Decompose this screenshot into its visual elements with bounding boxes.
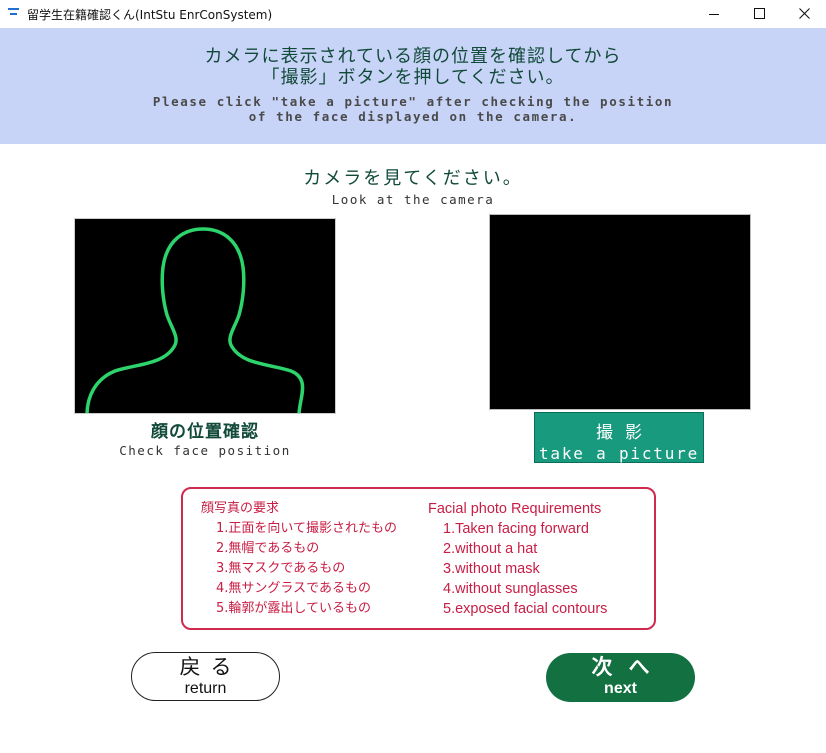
return-label-en: return <box>184 680 227 697</box>
requirement-item-jp: 1.正面を向いて撮影されたもの <box>216 521 398 536</box>
requirements-title-en: Facial photo Requirements <box>428 501 602 517</box>
app-icon <box>7 7 21 19</box>
check-position-label-en: Check face position <box>119 443 291 458</box>
look-at-camera-en: Look at the camera <box>331 192 495 207</box>
instruction-en: Please click "take a picture" after chec… <box>152 94 674 124</box>
requirement-item-jp: 4.無サングラスであるもの <box>216 581 372 596</box>
minimize-button[interactable] <box>690 0 736 28</box>
return-button[interactable]: 戻る return <box>131 652 280 701</box>
next-label-jp: 次へ <box>591 655 666 679</box>
take-picture-label-en: take a picture <box>538 444 700 463</box>
requirement-item-en: 2.without a hat <box>443 541 538 557</box>
requirement-item-en: 3.without mask <box>443 561 540 577</box>
window-titlebar: 留学生在籍確認くん(IntStu EnrConSystem) <box>0 0 826 28</box>
photo-requirements-box: 顔写真の要求 1.正面を向いて撮影されたもの 2.無帽であるもの 3.無マスクで… <box>181 487 656 630</box>
requirement-item-jp: 3.無マスクであるもの <box>216 561 346 576</box>
requirement-item-en: 5.exposed facial contours <box>443 601 608 617</box>
check-position-label-jp: 顔の位置確認 <box>151 422 259 442</box>
requirement-item-jp: 5.輪郭が露出しているもの <box>216 601 372 616</box>
look-at-camera-jp: カメラを見てください。 <box>303 168 523 189</box>
close-icon <box>799 8 810 19</box>
window-title: 留学生在籍確認くん(IntStu EnrConSystem) <box>27 8 273 22</box>
requirement-item-jp: 2.無帽であるもの <box>216 541 320 556</box>
return-label-jp: 戻る <box>179 655 242 679</box>
face-guide-preview <box>74 218 336 414</box>
instruction-jp: カメラに表示されている顔の位置を確認してから 「撮影」ボタンを押してください。 <box>204 46 622 88</box>
take-picture-label-jp: 撮影 <box>596 423 654 443</box>
next-button[interactable]: 次へ next <box>546 653 695 702</box>
requirements-jp: 顔写真の要求 1.正面を向いて撮影されたもの 2.無帽であるもの 3.無マスクで… <box>201 499 397 619</box>
requirement-item-en: 1.Taken facing forward <box>443 521 589 537</box>
camera-feed <box>489 214 751 410</box>
next-label-en: next <box>604 680 637 697</box>
requirement-item-en: 4.without sunglasses <box>443 581 578 597</box>
take-picture-button[interactable]: 撮影 take a picture <box>534 412 704 463</box>
requirements-en: Facial photo Requirements 1.Taken facing… <box>428 499 607 619</box>
instruction-banner: カメラに表示されている顔の位置を確認してから 「撮影」ボタンを押してください。 … <box>0 28 826 144</box>
close-button[interactable] <box>782 0 826 28</box>
face-outline-guide <box>85 227 305 413</box>
maximize-button[interactable] <box>736 0 782 28</box>
requirements-title-jp: 顔写真の要求 <box>201 501 280 516</box>
